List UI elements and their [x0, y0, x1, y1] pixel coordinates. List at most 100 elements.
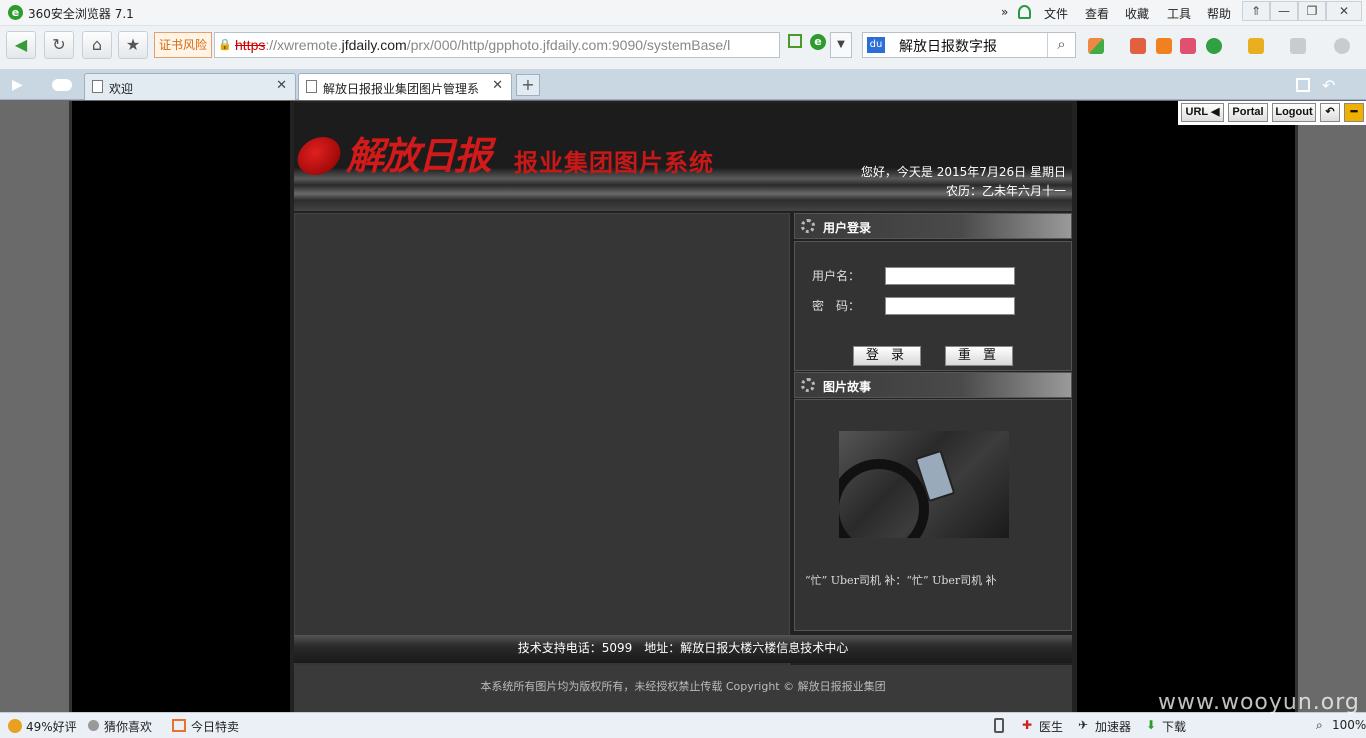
star-icon: ★: [125, 35, 141, 54]
search-button[interactable]: ⌕: [1047, 33, 1075, 57]
back-arrow-icon: ◀: [14, 35, 28, 54]
username-input[interactable]: [885, 267, 1015, 285]
password-label: 密 码：: [812, 299, 861, 313]
url-button[interactable]: URL ◀: [1181, 103, 1224, 122]
status-accelerator[interactable]: 加速器: [1095, 718, 1131, 735]
more-chevron-icon[interactable]: »: [1001, 5, 1008, 19]
skin-button[interactable]: ⇑: [1242, 1, 1270, 21]
page-icon: [306, 80, 317, 93]
undo-icon[interactable]: ↶: [1320, 103, 1340, 122]
search-input[interactable]: 解放日报数字报: [899, 36, 997, 56]
gear-icon: [801, 219, 815, 233]
apps-icon[interactable]: [1088, 38, 1104, 54]
photo-story-header: 图片故事: [794, 372, 1072, 398]
mail-icon[interactable]: [1180, 38, 1196, 54]
support-info: 技术支持电话：5099 地址：解放日报大楼六楼信息技术中心: [294, 635, 1072, 663]
tab-photo-system[interactable]: 解放日报报业集团图片管理系 ✕: [298, 73, 512, 100]
search-icon: ⌕: [1057, 35, 1066, 53]
tab-welcome[interactable]: 欢迎 ✕: [84, 73, 296, 100]
tab-close-icon[interactable]: ✕: [488, 78, 503, 93]
login-header: 用户登录: [794, 213, 1072, 239]
title-bar: e 360安全浏览器 7.1 » 文件 查看 收藏 工具 帮助 ⇑ — ❐ ✕: [0, 0, 1366, 26]
restore-tab-icon[interactable]: [1296, 78, 1310, 92]
tab-close-icon[interactable]: ✕: [276, 78, 287, 93]
menu-file[interactable]: 文件: [1044, 5, 1068, 22]
close-button[interactable]: ✕: [1326, 1, 1362, 21]
ie-mode-icon[interactable]: e: [810, 34, 826, 50]
header-banner: 解放日报 报业集团图片系统 您好，今天是 2015年7月26日 星期日 农历：乙…: [293, 103, 1072, 211]
rating-icon: [8, 719, 22, 733]
mobile-icon[interactable]: [994, 718, 1004, 733]
back-button[interactable]: ◀: [6, 31, 36, 59]
accelerator-icon: ✈: [1078, 718, 1089, 732]
gift-icon: [172, 719, 186, 732]
zoom-icon[interactable]: [1334, 38, 1350, 54]
sidebar-toggle-icon[interactable]: ▶: [12, 77, 23, 93]
portal-button[interactable]: Portal: [1228, 103, 1268, 122]
favorite-button[interactable]: ★: [118, 31, 148, 59]
browser-logo-icon: e: [8, 5, 23, 20]
story-caption[interactable]: “忙” Uber司机 补：“忙” Uber司机 补: [805, 572, 997, 588]
status-download[interactable]: 下载: [1162, 718, 1186, 735]
gear-icon: [801, 378, 815, 392]
lunar-date: 农历：乙未年六月十一: [945, 184, 1066, 198]
status-daily-deals[interactable]: 今日特卖: [191, 718, 239, 735]
menu-tools[interactable]: 工具: [1167, 5, 1191, 22]
watermark: www.wooyun.org: [1158, 690, 1360, 715]
cloud-icon[interactable]: [52, 79, 72, 91]
certificate-warning[interactable]: 证书风险: [154, 32, 212, 58]
url-sep: ://xwremote.: [265, 37, 342, 53]
plus-icon: +: [521, 75, 535, 94]
reset-button[interactable]: 重 置: [945, 346, 1013, 366]
chevron-down-icon: ▼: [837, 39, 845, 50]
new-tab-button[interactable]: +: [516, 74, 540, 96]
minimize-toolbar-icon[interactable]: ━: [1344, 103, 1364, 122]
login-header-label: 用户登录: [823, 221, 872, 235]
status-rating[interactable]: 49%好评: [26, 718, 77, 735]
qr-code-icon[interactable]: [788, 34, 802, 48]
browser-title: 360安全浏览器 7.1: [28, 7, 134, 21]
menu-help[interactable]: 帮助: [1207, 5, 1231, 22]
refresh-button[interactable]: ↻: [44, 31, 74, 59]
broken-lock-icon: 🔒: [218, 38, 232, 51]
menu-view[interactable]: 查看: [1085, 5, 1109, 22]
flight-icon[interactable]: [1156, 38, 1172, 54]
minimize-button[interactable]: —: [1270, 1, 1298, 21]
main-container: 解放日报 报业集团图片系统 您好，今天是 2015年7月26日 星期日 农历：乙…: [290, 101, 1077, 712]
status-guess-you-like[interactable]: 猜你喜欢: [104, 718, 152, 735]
doctor-icon: ✚: [1022, 718, 1033, 732]
url-text[interactable]: https://xwremote.jfdaily.com/prx/000/htt…: [235, 37, 730, 53]
shield-icon[interactable]: [1206, 38, 1222, 54]
menu-favorites[interactable]: 收藏: [1125, 5, 1149, 22]
game-icon[interactable]: [1290, 38, 1306, 54]
status-zoom[interactable]: 100%: [1332, 718, 1366, 732]
logout-button[interactable]: Logout: [1272, 103, 1316, 122]
user-icon[interactable]: [1018, 5, 1031, 19]
page-side-right: [1077, 101, 1295, 712]
tab-welcome-label: 欢迎: [109, 82, 134, 96]
refresh-icon: ↻: [52, 35, 66, 54]
jiefang-emblem-icon: [293, 137, 345, 175]
story-photo[interactable]: [839, 431, 1009, 538]
date-greeting: 您好，今天是 2015年7月26日 星期日: [860, 165, 1066, 179]
address-dropdown[interactable]: ▼: [830, 32, 852, 58]
home-button[interactable]: ⌂: [82, 31, 112, 59]
password-input[interactable]: [885, 297, 1015, 315]
url-path: /prx/000/http/gpphoto.jfdaily.com:9090/s…: [406, 37, 731, 53]
login-button[interactable]: 登 录: [853, 346, 921, 366]
calendar-icon[interactable]: [1130, 38, 1146, 54]
restore-button[interactable]: ❐: [1298, 1, 1326, 21]
photo-story-box: “忙” Uber司机 补：“忙” Uber司机 补: [794, 399, 1072, 631]
tab-photo-system-label: 解放日报报业集团图片管理系: [323, 82, 480, 96]
download-icon: ⬇: [1146, 718, 1157, 732]
undo-close-icon[interactable]: ↶: [1322, 76, 1335, 95]
search-box[interactable]: du 解放日报数字报 ⌕: [862, 32, 1076, 58]
search-engine-icon[interactable]: du: [867, 37, 885, 53]
photo-story-header-label: 图片故事: [823, 380, 872, 394]
status-bar: 49%好评 猜你喜欢 今日特卖 ✚ 医生 ✈ 加速器 ⬇ 下载 ⌕ 100%: [0, 712, 1366, 738]
screenshot-icon[interactable]: [1248, 38, 1264, 54]
address-bar[interactable]: 🔒 https://xwremote.jfdaily.com/prx/000/h…: [214, 32, 780, 58]
like-icon: [88, 720, 99, 731]
status-doctor[interactable]: 医生: [1039, 718, 1063, 735]
page-frame-right: [1295, 101, 1298, 712]
